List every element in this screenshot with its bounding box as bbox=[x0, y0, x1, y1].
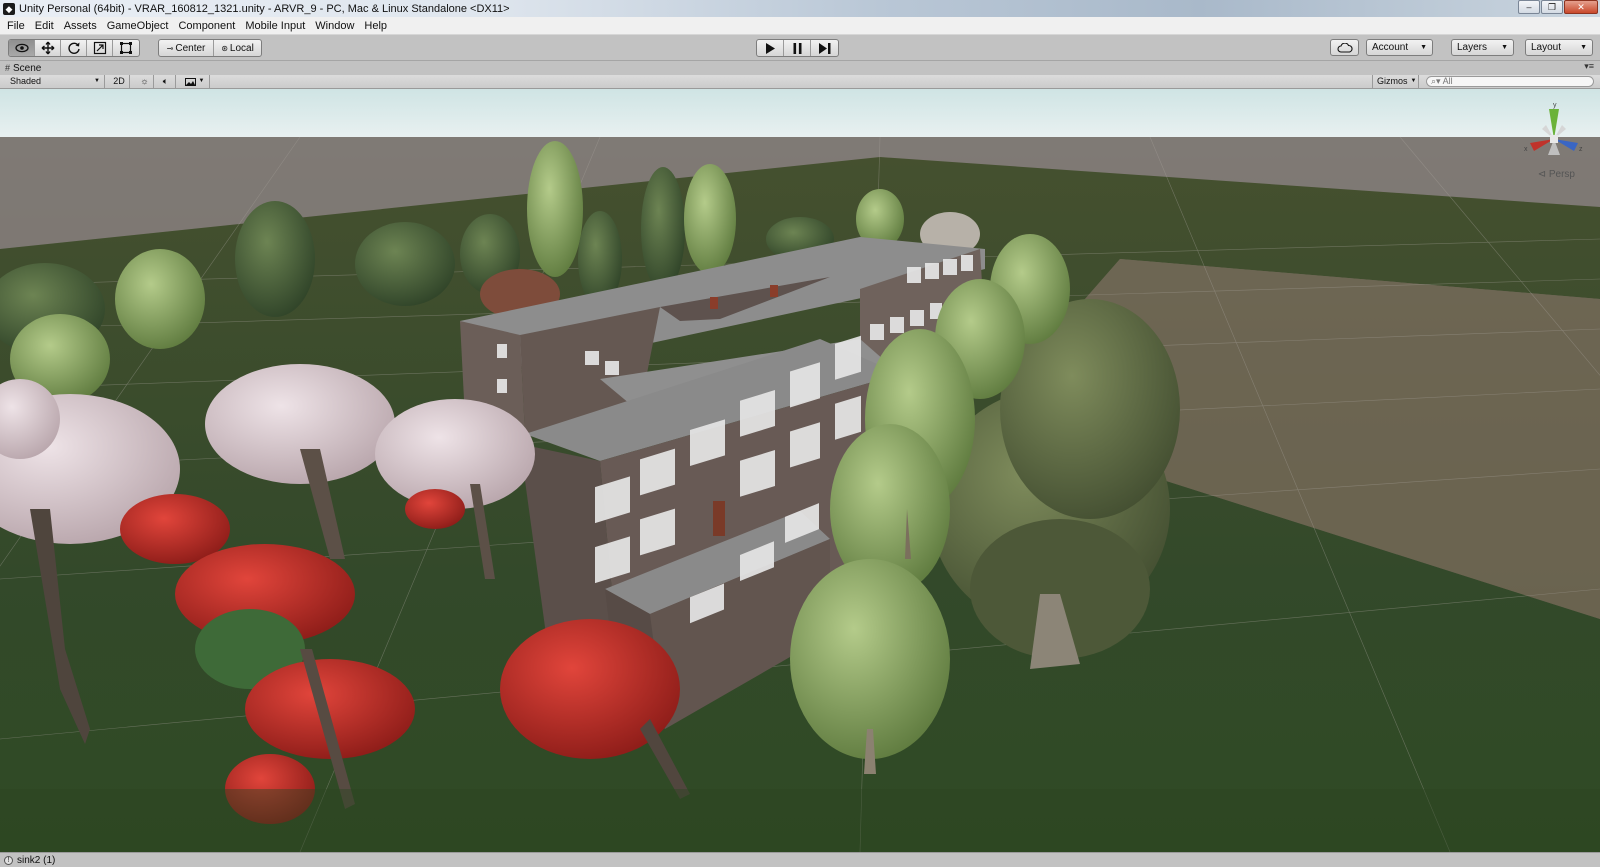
scene-render bbox=[0, 89, 1600, 852]
gizmo-z-label: z bbox=[1579, 146, 1583, 153]
layers-dropdown[interactable]: Layers ▼ bbox=[1451, 39, 1514, 56]
projection-label: Persp bbox=[1548, 169, 1575, 180]
status-bar[interactable]: ! sink2 (1) bbox=[0, 852, 1600, 867]
orientation-gizmo[interactable]: y x z bbox=[1522, 101, 1586, 171]
scale-icon bbox=[93, 41, 106, 55]
step-icon bbox=[818, 42, 830, 54]
eye-icon bbox=[14, 43, 29, 53]
gizmos-label: Gizmos bbox=[1377, 76, 1408, 86]
scene-tab-label: Scene bbox=[13, 62, 42, 74]
mode-2d-toggle[interactable]: 2D bbox=[109, 75, 130, 88]
menu-bar: File Edit Assets GameObject Component Mo… bbox=[0, 17, 1600, 35]
menu-file[interactable]: File bbox=[2, 17, 30, 35]
tab-scene[interactable]: # Scene bbox=[5, 61, 41, 75]
play-icon bbox=[766, 42, 775, 54]
scale-tool-button[interactable] bbox=[87, 40, 113, 56]
rotate-icon bbox=[67, 42, 80, 54]
minimize-button[interactable]: – bbox=[1518, 0, 1540, 14]
local-globe-icon: ⊛ bbox=[221, 43, 228, 53]
move-arrows-icon bbox=[41, 41, 54, 55]
move-tool-button[interactable] bbox=[35, 40, 61, 56]
scene-toolbar: Shaded ▼ 2D ☼ 🔈︎ ▼ Gizmos ▼ ⌕▾ All bbox=[0, 75, 1600, 89]
pivot-icon: ⊸ bbox=[166, 43, 174, 53]
shading-mode-label: Shaded bbox=[10, 76, 42, 86]
pause-icon bbox=[793, 42, 801, 54]
layers-label: Layers bbox=[1457, 42, 1488, 53]
pause-button[interactable] bbox=[784, 40, 811, 56]
gizmo-y-label: y bbox=[1553, 102, 1557, 109]
layout-dropdown[interactable]: Layout ▼ bbox=[1525, 39, 1593, 56]
chevron-down-icon: ▼ bbox=[1420, 44, 1427, 51]
window-controls: – ❐ ✕ bbox=[1518, 0, 1598, 14]
menu-help[interactable]: Help bbox=[359, 17, 392, 35]
layout-label: Layout bbox=[1531, 42, 1562, 53]
pivot-local-label: Local bbox=[229, 42, 254, 54]
account-label: Account bbox=[1372, 42, 1409, 53]
main-toolbar: ⊸ Center ⊛ Local Account ▼ Layers ▼ Layo… bbox=[0, 35, 1600, 61]
speaker-icon: 🔈︎ bbox=[162, 76, 169, 86]
step-button[interactable] bbox=[811, 40, 838, 56]
window-title: Unity Personal (64bit) - VRAR_160812_132… bbox=[19, 2, 510, 15]
sun-icon: ☼ bbox=[140, 76, 149, 86]
menu-window[interactable]: Window bbox=[310, 17, 359, 35]
chevron-down-icon: ▼ bbox=[1501, 44, 1508, 51]
rect-tool-button[interactable] bbox=[113, 40, 139, 56]
rotate-tool-button[interactable] bbox=[61, 40, 87, 56]
menu-assets[interactable]: Assets bbox=[59, 17, 102, 35]
scene-tab-bar: # Scene ▾≡ bbox=[0, 61, 1600, 75]
chevron-down-icon: ▼ bbox=[1410, 78, 1417, 84]
chevron-down-icon: ▼ bbox=[1580, 44, 1587, 51]
chevron-down-icon: ▼ bbox=[198, 78, 205, 84]
account-dropdown[interactable]: Account ▼ bbox=[1366, 39, 1433, 56]
projection-icon: ⊲ bbox=[1537, 169, 1547, 180]
view-tool-button[interactable] bbox=[9, 40, 35, 56]
hierarchy-search-input[interactable]: ⌕▾ All bbox=[1426, 76, 1594, 87]
scene-effects-dropdown[interactable]: ▼ bbox=[180, 75, 210, 88]
status-message: sink2 (1) bbox=[17, 854, 56, 866]
cloud-icon bbox=[1337, 42, 1353, 53]
search-icon: ⌕▾ bbox=[1431, 76, 1441, 86]
rect-transform-icon bbox=[120, 42, 132, 54]
pivot-center-label: Center bbox=[175, 42, 206, 54]
gizmo-x-label: x bbox=[1524, 146, 1528, 153]
maximize-button[interactable]: ❐ bbox=[1541, 0, 1563, 14]
menu-component[interactable]: Component bbox=[173, 17, 240, 35]
tab-menu-icon[interactable]: ▾≡ bbox=[1584, 61, 1594, 72]
pivot-center-button[interactable]: ⊸ Center bbox=[159, 40, 214, 56]
transform-tools bbox=[8, 39, 140, 57]
search-placeholder: All bbox=[1442, 76, 1453, 86]
mode-2d-label: 2D bbox=[113, 76, 125, 86]
scene-audio-toggle[interactable]: 🔈︎ bbox=[156, 75, 176, 88]
title-bar: ◆ Unity Personal (64bit) - VRAR_160812_1… bbox=[0, 0, 1600, 17]
menu-gameobject[interactable]: GameObject bbox=[102, 17, 174, 35]
pivot-toggles: ⊸ Center ⊛ Local bbox=[158, 39, 262, 57]
scene-viewport[interactable]: y x z ⊲ Persp bbox=[0, 89, 1600, 852]
cloud-button[interactable] bbox=[1330, 39, 1359, 56]
playback-controls bbox=[756, 39, 839, 57]
menu-edit[interactable]: Edit bbox=[30, 17, 59, 35]
shading-mode-dropdown[interactable]: Shaded ▼ bbox=[6, 75, 105, 88]
projection-toggle[interactable]: ⊲ Persp bbox=[1538, 169, 1575, 180]
image-icon bbox=[184, 77, 196, 86]
play-button[interactable] bbox=[757, 40, 784, 56]
info-icon: ! bbox=[4, 855, 13, 865]
pivot-local-button[interactable]: ⊛ Local bbox=[214, 40, 261, 56]
scene-grid-icon: # bbox=[5, 63, 11, 73]
gizmos-dropdown[interactable]: Gizmos ▼ bbox=[1372, 75, 1419, 88]
chevron-down-icon: ▼ bbox=[94, 78, 100, 84]
menu-mobile-input[interactable]: Mobile Input bbox=[240, 17, 310, 35]
close-button[interactable]: ✕ bbox=[1564, 0, 1598, 14]
scene-lighting-toggle[interactable]: ☼ bbox=[136, 75, 154, 88]
unity-app-icon: ◆ bbox=[3, 2, 15, 15]
